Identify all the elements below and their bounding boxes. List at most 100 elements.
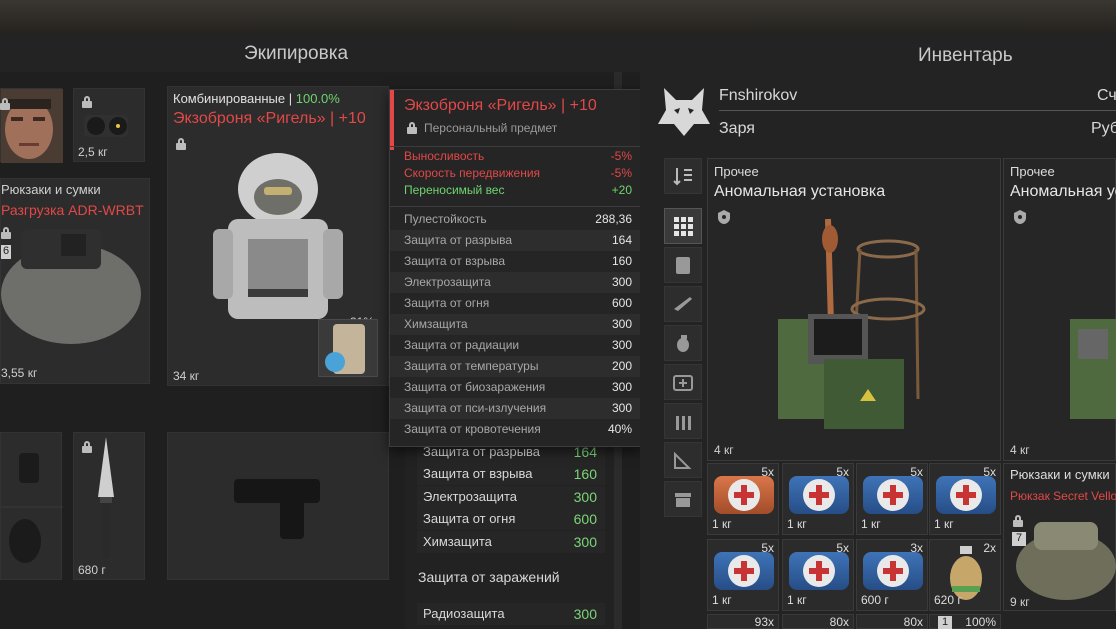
item-weight: 600 г — [861, 593, 889, 607]
armor-weight: 34 кг — [173, 369, 200, 383]
lock-icon — [0, 98, 10, 110]
item-count: 2x — [983, 541, 996, 555]
grenade-slot[interactable] — [0, 432, 63, 580]
tooltip-title: Экзоброня «Ригель» | +10 — [404, 97, 597, 114]
item-count: 5x — [836, 541, 849, 555]
player-name: Fnshirokov — [719, 87, 798, 104]
inventory-cell[interactable]: 2x 620 г — [929, 539, 1001, 611]
inventory-item-card[interactable]: Прочее Аномальная уст 4 кг — [1003, 158, 1116, 461]
item-count: 5x — [761, 541, 774, 555]
filter-other-button[interactable] — [664, 481, 702, 517]
filter-all-button[interactable] — [664, 208, 702, 244]
item-count: 93x — [754, 615, 774, 629]
lock-icon — [407, 122, 417, 134]
armor-container-slot[interactable] — [318, 319, 378, 377]
lock-icon — [1, 227, 11, 239]
armor-name: Экзоброня «Ригель» | +10 — [173, 110, 366, 127]
stats-row: Радиозащита 300 — [417, 603, 605, 625]
item-weight: 620 г — [934, 593, 962, 607]
item-weight: 1 кг — [712, 593, 732, 607]
tooltip-stat-row: Защита от радиации 300 — [404, 338, 632, 352]
medkit-icon — [789, 552, 849, 590]
backpack-badge: 6 — [1, 245, 11, 259]
item-weight: 1 кг — [787, 517, 807, 531]
item-weight: 1 кг — [712, 517, 732, 531]
inventory-cell[interactable]: 5x 1 кг — [929, 463, 1001, 535]
tooltip-accent — [390, 90, 394, 150]
head-slot[interactable]: 2,5 кг — [73, 88, 145, 162]
inventory-item-card[interactable]: Прочее Аномальная установка 4 кг — [707, 158, 1001, 461]
item-condition: 100% — [965, 615, 996, 629]
inventory-cell[interactable]: 80x — [856, 614, 928, 629]
inventory-cell[interactable]: 5x 1 кг — [782, 539, 854, 611]
box-icon — [675, 493, 691, 507]
item-category: Прочее — [1010, 164, 1055, 179]
tooltip-stat-row: Защита от взрыва 160 — [404, 254, 632, 268]
filter-grenades-button[interactable] — [664, 325, 702, 361]
stats-row: Защита от огня 600 — [417, 508, 605, 530]
armor-slot[interactable]: Комбинированные | 100.0% Экзоброня «Риге… — [167, 86, 389, 386]
stats-section-title: Защита от заражений — [418, 569, 560, 585]
medkit-icon — [673, 375, 693, 391]
tooltip-stat-row: Защита от огня 600 — [404, 296, 632, 310]
inventory-cell[interactable]: 1 100% — [929, 614, 1001, 629]
armor-separator: | — [288, 91, 296, 106]
backpack-category: Рюкзаки и сумки — [1, 182, 101, 197]
armor-icon — [676, 257, 690, 274]
item-badge: 1 — [938, 616, 952, 629]
inventory-cell[interactable]: 93x — [707, 614, 779, 629]
inventory-item-card[interactable]: Рюкзаки и сумки Рюкзак Secret Vello 7 9 … — [1003, 463, 1116, 611]
item-weight: 9 кг — [1010, 595, 1030, 609]
divider — [719, 110, 1116, 111]
filter-weapons-button[interactable] — [664, 286, 702, 322]
item-weight: 1 кг — [934, 517, 954, 531]
effect-row: Скорость передвижения -5% — [404, 166, 632, 180]
tooltip-stat-row: Пулестойкость 288,36 — [404, 212, 632, 226]
exoskeleton-armor-icon — [213, 153, 343, 319]
filter-armor-button[interactable] — [664, 247, 702, 283]
knife-slot[interactable]: 680 г — [73, 432, 145, 580]
medkit-icon — [863, 476, 923, 514]
filter-misc-button[interactable] — [664, 442, 702, 478]
inventory-cell[interactable]: 5x 1 кг — [782, 463, 854, 535]
knife-weight: 680 г — [78, 563, 106, 577]
tooltip-stat-row: Защита от кровотечения 40% — [404, 422, 632, 436]
item-badge: 7 — [1012, 532, 1026, 546]
sort-button[interactable] — [664, 158, 702, 194]
inventory-cell[interactable]: 3x 600 г — [856, 539, 928, 611]
anomaly-device-icon — [1070, 319, 1116, 419]
item-count: 5x — [836, 465, 849, 479]
medkit-icon — [714, 476, 774, 514]
pistol-slot[interactable] — [167, 432, 389, 580]
wolf-faction-icon — [658, 88, 710, 136]
stats-row: Химзащита 300 — [417, 531, 605, 553]
inventory-cell[interactable]: 5x 1 кг — [856, 463, 928, 535]
filter-ammo-button[interactable] — [664, 403, 702, 439]
item-weight: 4 кг — [1010, 443, 1030, 457]
effect-row: Выносливость -5% — [404, 149, 632, 163]
medkit-icon — [936, 476, 996, 514]
item-count: 80x — [829, 615, 849, 629]
divider — [390, 206, 642, 207]
filter-medicine-button[interactable] — [664, 364, 702, 400]
backpack-slot[interactable]: Рюкзаки и сумки Разгрузка ADR-WRBT 6 3,5… — [0, 178, 150, 384]
medkit-icon — [863, 552, 923, 590]
player-faction: Заря — [719, 120, 755, 137]
tooltip-stat-row: Электрозащита 300 — [390, 272, 642, 293]
anomaly-device-icon — [778, 218, 926, 429]
item-category: Прочее — [714, 164, 759, 179]
grenade-icon — [677, 335, 689, 352]
backpack-name: Разгрузка ADR-WRBT — [1, 202, 144, 218]
sort-icon — [673, 168, 692, 186]
inventory-cell[interactable]: 5x 1 кг — [707, 539, 779, 611]
inventory-cell[interactable]: 80x — [782, 614, 854, 629]
tooltip-stat-row: Защита от температуры 200 — [390, 356, 642, 377]
item-weight: 4 кг — [714, 443, 734, 457]
medkit-icon — [714, 552, 774, 590]
grenade-silhouette-icon — [1, 453, 63, 563]
tooltip-stat-row: Защита от пси-излучения 300 — [390, 398, 642, 419]
shield-icon — [718, 210, 730, 224]
item-count: 80x — [903, 615, 923, 629]
inventory-cell[interactable]: 5x 1 кг — [707, 463, 779, 535]
face-portrait-icon — [1, 89, 63, 163]
